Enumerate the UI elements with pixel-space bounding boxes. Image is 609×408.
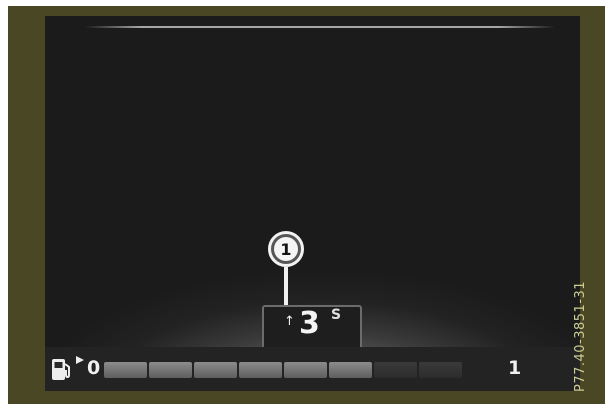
top-divider-line: [85, 26, 555, 28]
fuel-segment: [194, 362, 237, 378]
fuel-level-segments: [104, 362, 462, 378]
fuel-segment: [374, 362, 417, 378]
fuel-segment: [419, 362, 462, 378]
fuel-gauge: 0 1: [45, 347, 580, 391]
fuel-segment: [329, 362, 372, 378]
gear-indicator: ↑ 3 S: [262, 305, 362, 347]
current-gear: 3: [299, 306, 320, 341]
display-frame: 1 ↑ 3 S 0 1: [8, 6, 605, 404]
fuel-door-side-arrow-icon: [76, 356, 84, 364]
callout-label: 1: [274, 237, 298, 261]
fuel-max-label: 1: [508, 357, 522, 379]
fuel-segment: [284, 362, 327, 378]
fuel-segment: [104, 362, 147, 378]
callout-marker: 1: [268, 231, 304, 267]
fuel-min-label: 0: [87, 357, 101, 379]
drive-mode: S: [331, 307, 342, 323]
fuel-pump-icon: [52, 359, 70, 380]
figure-code: P77.40-3851-31: [573, 280, 588, 392]
fuel-segment: [149, 362, 192, 378]
upshift-arrow-icon: ↑: [284, 314, 295, 329]
instrument-display: 1 ↑ 3 S 0 1: [45, 16, 580, 391]
callout-leader-line: [284, 267, 288, 307]
fuel-segment: [239, 362, 282, 378]
